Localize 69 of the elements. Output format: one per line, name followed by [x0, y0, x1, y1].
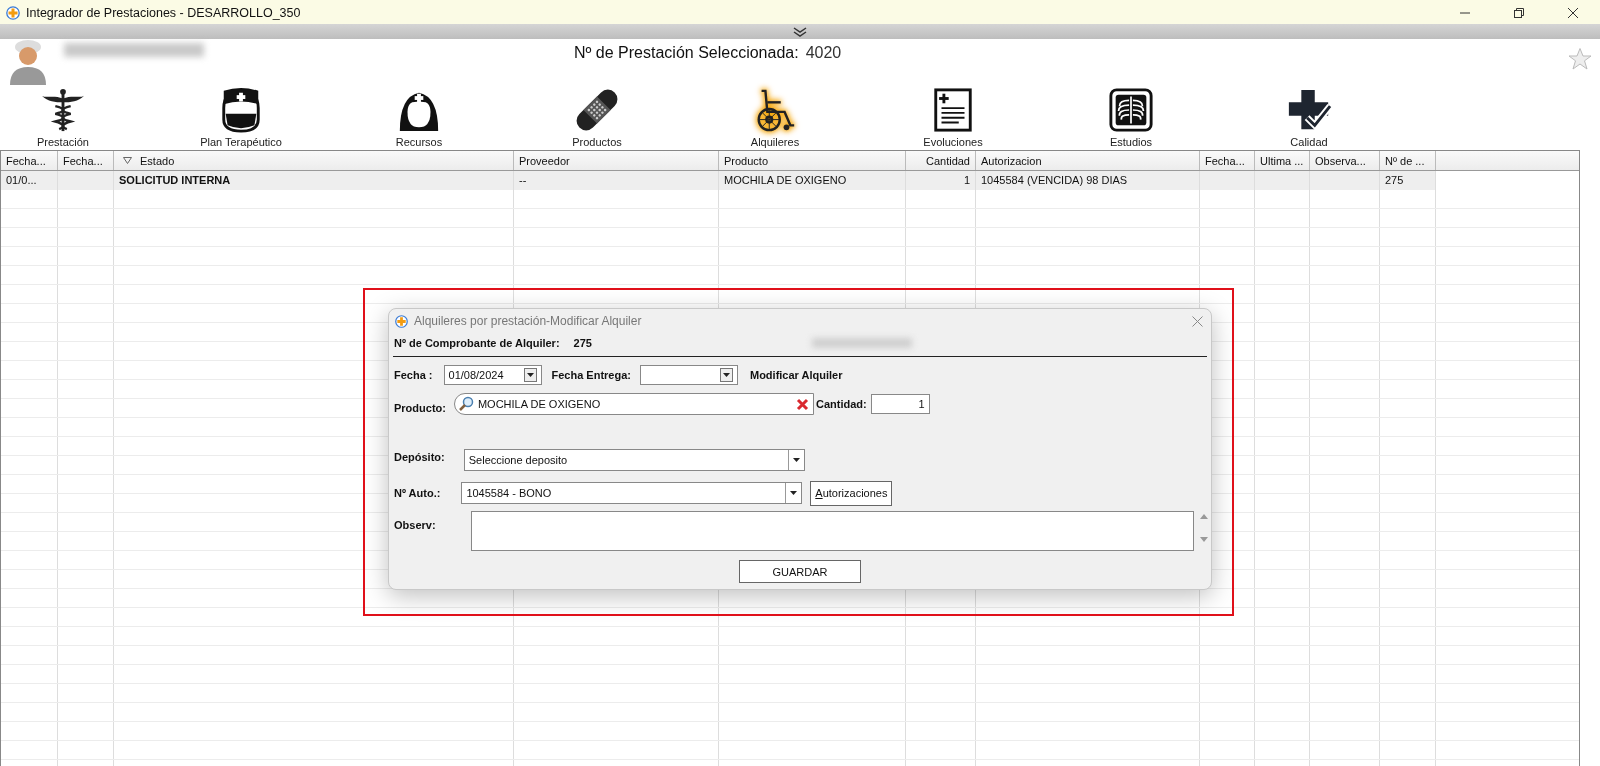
toolbar-button[interactable]: Alquileres	[715, 87, 835, 149]
clear-icon[interactable]	[795, 397, 809, 411]
date-field[interactable]	[640, 365, 738, 385]
column-label: Producto	[724, 154, 769, 167]
column-header[interactable]: Cantidad	[906, 151, 976, 170]
column-label: Observa...	[1315, 154, 1366, 167]
authorizations-button[interactable]: Autorizaciones	[810, 480, 893, 506]
restore-icon[interactable]	[1514, 8, 1524, 18]
column-header[interactable]: Autorizacion	[976, 151, 1200, 170]
receipt-number: 275	[573, 337, 592, 349]
search-icon[interactable]	[457, 396, 474, 412]
table-cell: 1	[906, 171, 976, 190]
column-label: Fecha...	[63, 154, 103, 167]
column-header[interactable]: Fecha...	[1, 151, 58, 170]
mode-label: Modificar Alquiler	[750, 369, 843, 381]
app-logo-icon	[395, 314, 408, 328]
field-label: Fecha :	[394, 369, 433, 381]
toolbar-button[interactable]: Recursos	[359, 87, 479, 149]
dropdown-field[interactable]: Seleccione deposito	[463, 449, 805, 471]
column-label: Fecha...	[1205, 154, 1245, 167]
table-cell: 275	[1380, 171, 1436, 190]
column-header[interactable]: Estado	[114, 151, 514, 170]
double-chevron-icon[interactable]	[793, 26, 807, 37]
table-cell: 1045584 (VENCIDA) 98 DIAS	[976, 171, 1200, 190]
selected-label: Nº de Prestación Seleccionada:	[574, 44, 799, 62]
column-header[interactable]: Nº de ...	[1380, 151, 1436, 170]
field-label: Nº de Comprobante de Alquiler:	[394, 337, 560, 349]
window-title: Integrador de Prestaciones - DESARROLLO_350	[26, 6, 301, 20]
column-label: Proveedor	[519, 154, 570, 167]
toolbar-button[interactable]: Prestación	[3, 87, 123, 149]
column-header[interactable]: Producto	[719, 151, 906, 170]
app-logo-icon	[6, 6, 20, 20]
table-cell: MOCHILA DE OXIGENO	[719, 171, 906, 190]
toolbar-button[interactable]: Plan Terapéutico	[181, 87, 301, 149]
field-label: Producto:	[394, 402, 446, 414]
save-button[interactable]: GUARDAR	[739, 560, 861, 583]
column-header[interactable]: Ultima ...	[1255, 151, 1310, 170]
dialog-title: Alquileres por prestación-Modificar Alquiler	[414, 314, 642, 328]
dropdown-field[interactable]: 1045584 - BONO	[461, 482, 803, 504]
toolbar-button[interactable]: Evoluciones	[893, 87, 1013, 149]
column-header[interactable]: Fecha...	[1200, 151, 1255, 170]
field-label: Depósito:	[394, 451, 445, 463]
quantity-field[interactable]: 1	[870, 394, 930, 414]
column-label: Autorizacion	[981, 154, 1042, 167]
column-header[interactable]: Observa...	[1310, 151, 1380, 170]
column-label: Ultima ...	[1260, 154, 1304, 167]
column-header[interactable]: Fecha...	[58, 151, 114, 170]
column-label: Fecha...	[6, 154, 46, 167]
field-label: Nº Auto.:	[394, 487, 441, 499]
toolbar-button[interactable]: Estudios	[1071, 87, 1191, 149]
field-label: Fecha Entrega:	[551, 369, 631, 381]
table-cell: SOLICITUD INTERNA	[114, 171, 514, 190]
column-label: Cantidad	[925, 154, 970, 167]
date-field[interactable]: 01/08/2024	[443, 365, 542, 385]
column-label: Estado	[140, 154, 175, 167]
toolbar-button[interactable]: Productos	[537, 87, 657, 149]
field-label: Observ:	[394, 519, 436, 531]
column-label: Nº de ...	[1385, 154, 1425, 167]
star-icon[interactable]	[1568, 47, 1592, 71]
table-cell: 01/0...	[1, 171, 58, 190]
table-cell: --	[514, 171, 719, 190]
column-header[interactable]: Proveedor	[514, 151, 719, 170]
table-row[interactable]: 01/0... SOLICITUD INTERNA -- MOCHILA DE OXIGENO 1 1045584 (VENCIDA) 98 DIAS 275	[1, 171, 1436, 190]
close-icon[interactable]	[1568, 8, 1578, 18]
selected-number: 4020	[805, 44, 842, 62]
notes-field[interactable]	[470, 511, 1194, 551]
product-field[interactable]: MOCHILA DE OXIGENO	[453, 393, 814, 415]
toolbar-button[interactable]: Calidad	[1249, 87, 1369, 149]
field-label: Cantidad:	[815, 398, 867, 410]
